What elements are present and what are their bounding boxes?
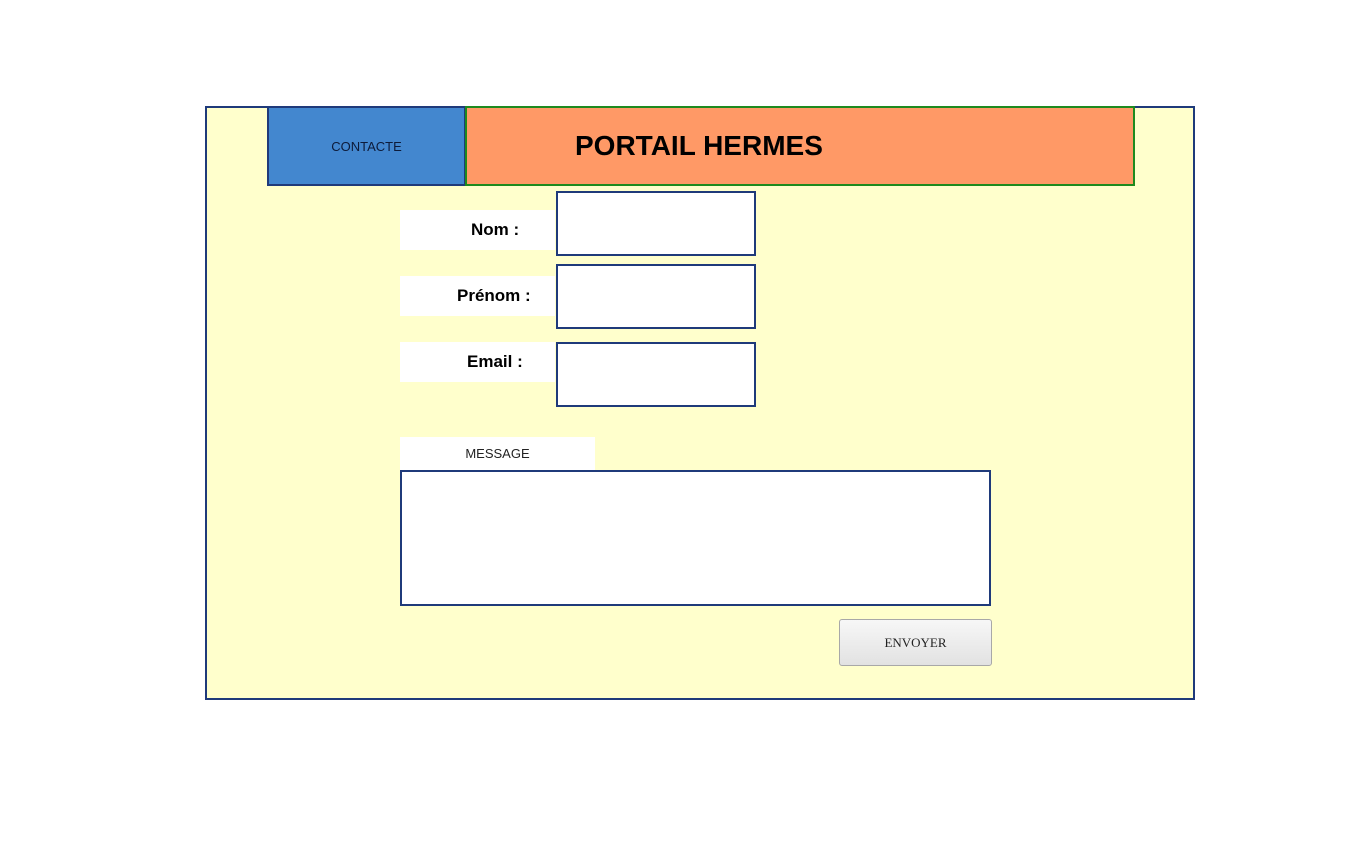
title-banner: PORTAIL HERMES <box>465 106 1135 186</box>
page-title: PORTAIL HERMES <box>575 130 823 161</box>
send-button[interactable]: ENVOYER <box>839 619 992 666</box>
prenom-input[interactable] <box>556 264 756 329</box>
nom-input[interactable] <box>556 191 756 256</box>
email-label: Email : <box>467 352 523 371</box>
email-label-box: Email : <box>400 342 555 382</box>
message-textarea[interactable] <box>400 470 991 606</box>
message-label-box: MESSAGE <box>400 437 595 470</box>
prenom-label-box: Prénom : <box>400 276 555 316</box>
nom-label: Nom : <box>471 220 520 239</box>
contact-tab-label: CONTACTE <box>331 138 402 154</box>
email-input[interactable] <box>556 342 756 407</box>
message-label: MESSAGE <box>465 446 530 461</box>
nom-label-box: Nom : <box>400 210 555 250</box>
page: CONTACTE PORTAIL HERMES Nom : Prénom : E… <box>0 0 1350 845</box>
contact-tab[interactable]: CONTACTE <box>267 106 466 186</box>
prenom-label: Prénom : <box>457 286 531 305</box>
